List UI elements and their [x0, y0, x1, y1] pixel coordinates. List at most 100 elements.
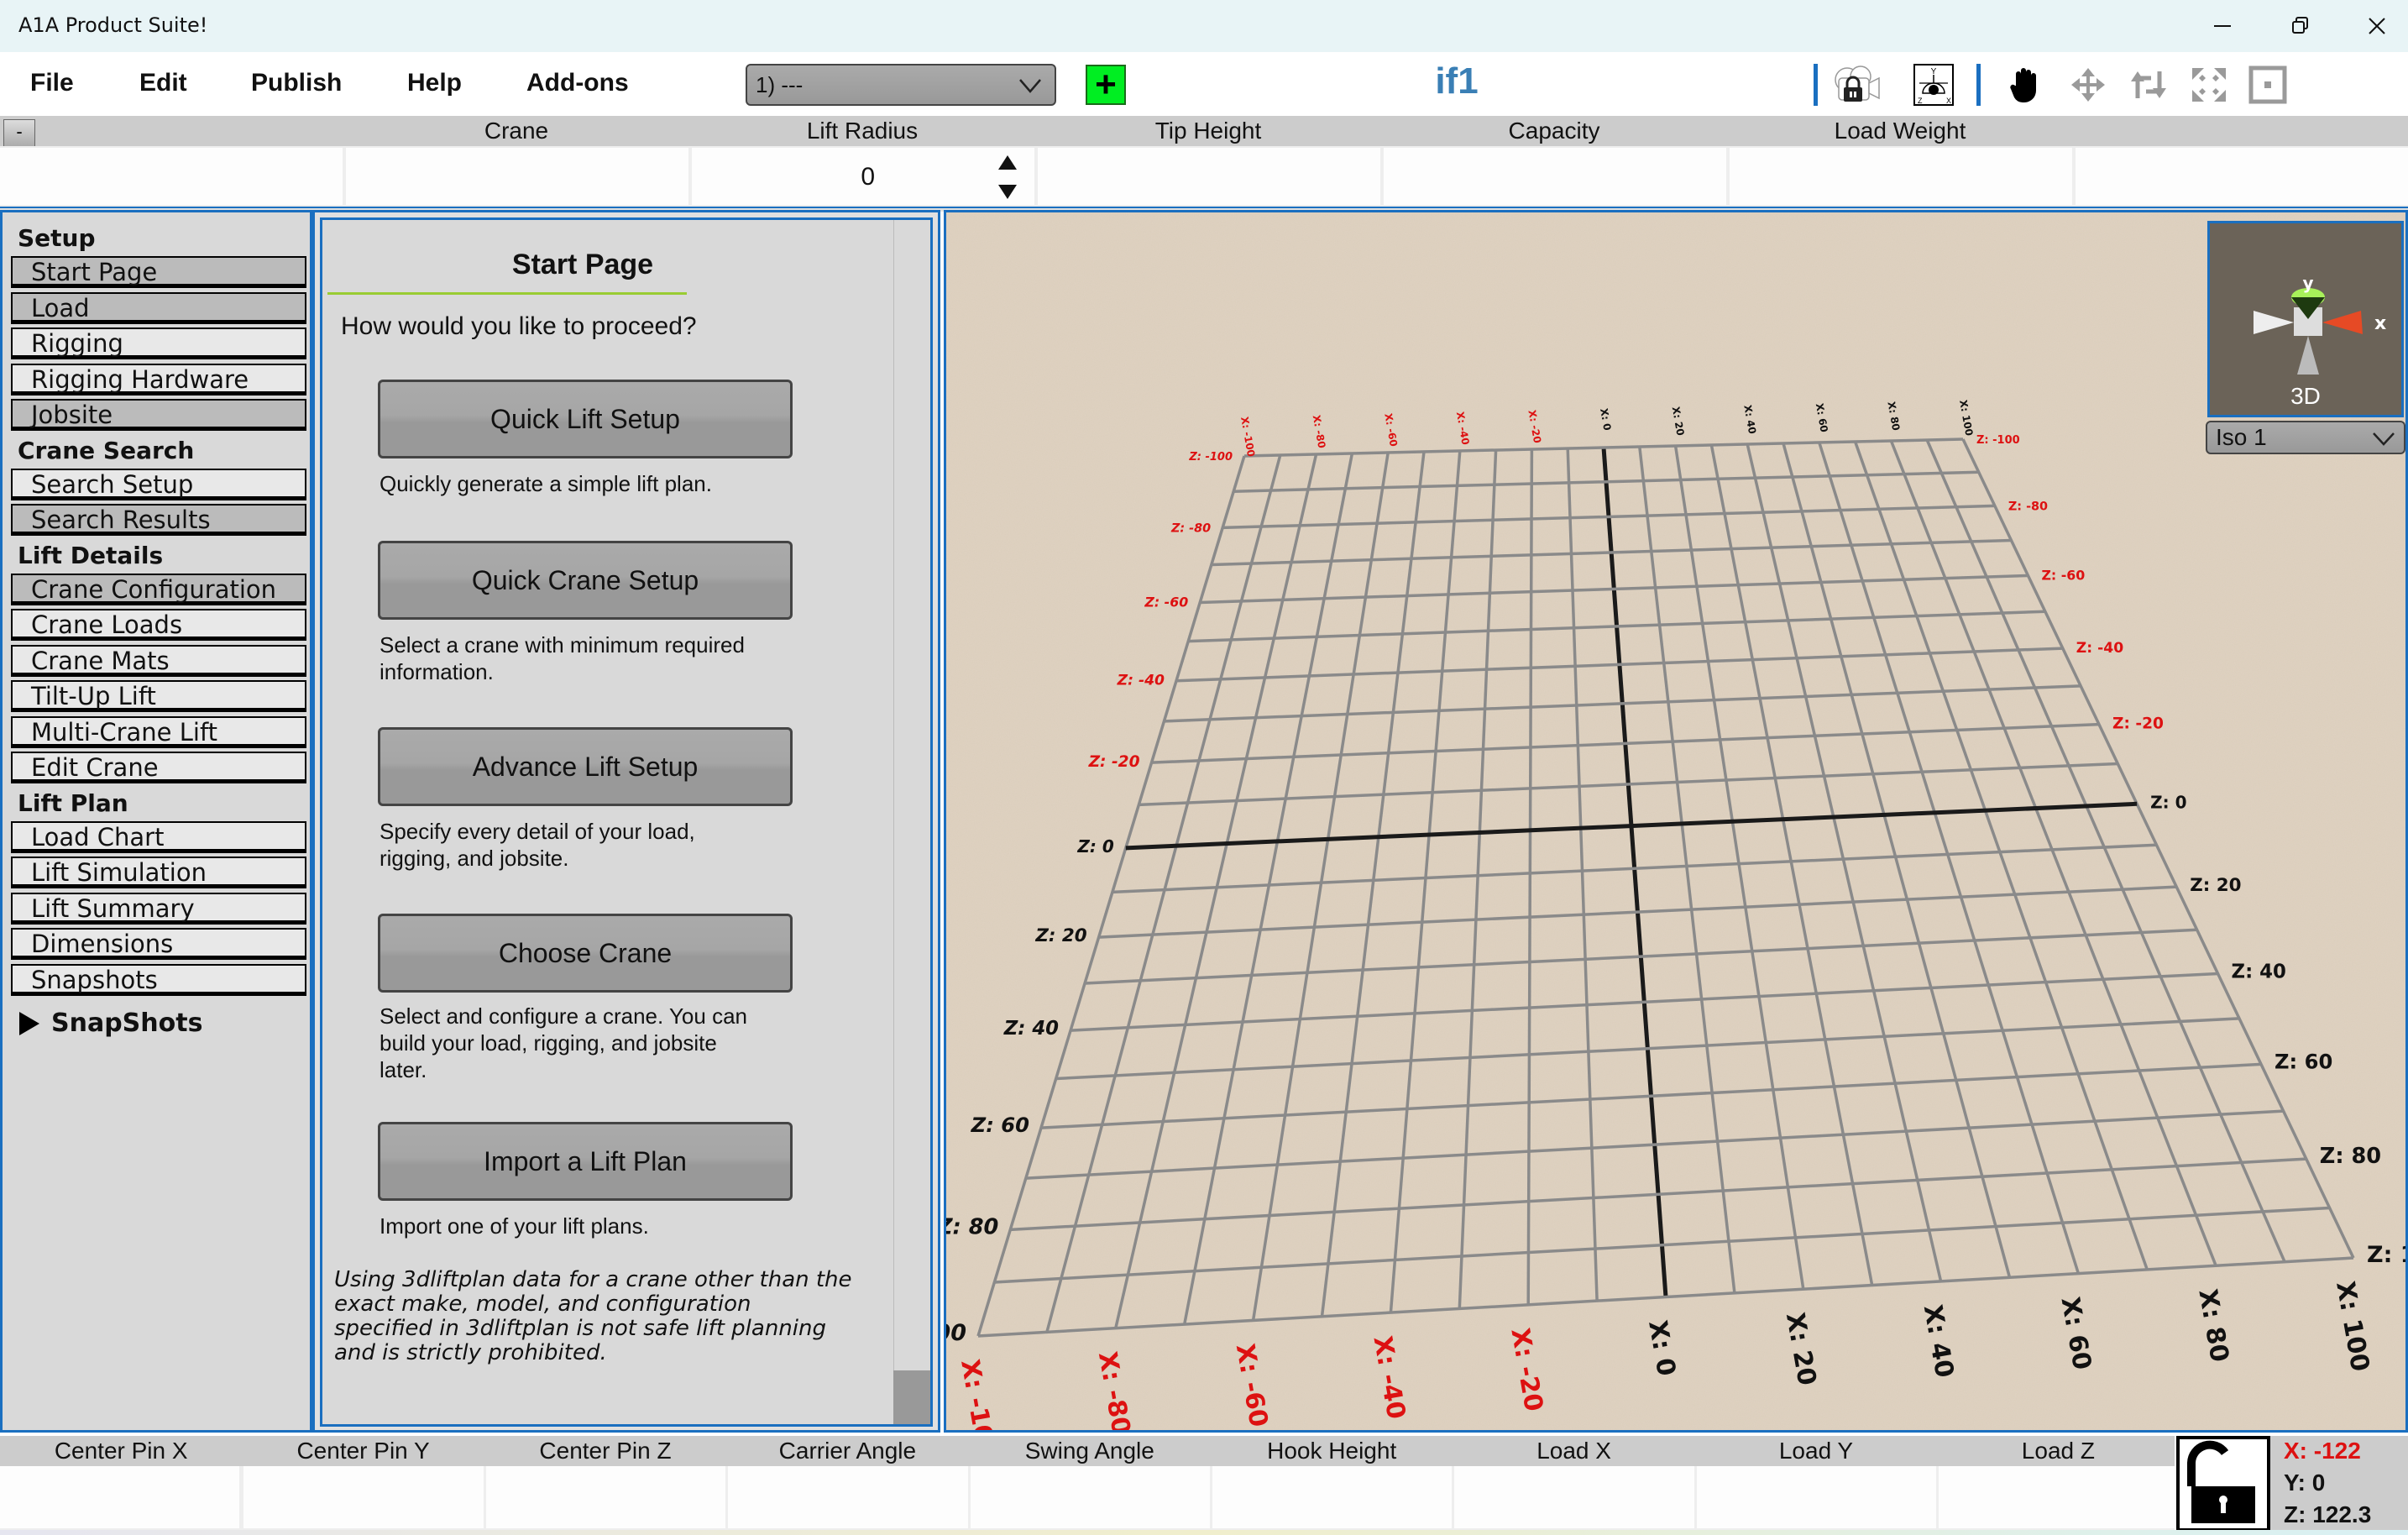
col-swing-angle: Swing Angle [1024, 1438, 1154, 1464]
sidebar-item-edit-crane[interactable]: Edit Crane [11, 752, 306, 783]
sidebar-item-search-results[interactable]: Search Results [11, 504, 306, 536]
snapshots-toggle[interactable]: SnapShots [19, 1008, 202, 1038]
z-label-right: Z: 80 [2320, 1144, 2381, 1169]
sidebar-item-lift-simulation[interactable]: Lift Simulation [11, 857, 306, 888]
chevron-down-icon [2373, 432, 2395, 446]
sidebar-item-load[interactable]: Load [11, 291, 306, 324]
menu-addons[interactable]: Add-ons [526, 69, 629, 97]
crane-value [346, 148, 688, 205]
sidebar-item-crane-configuration[interactable]: Crane Configuration [11, 573, 306, 605]
svg-text:y: y [2302, 273, 2313, 293]
info-cell-empty [2076, 148, 2408, 205]
z-label-right: Z: -20 [2112, 715, 2164, 733]
sidebar-item-search-setup[interactable]: Search Setup [11, 468, 306, 500]
sidebar-item-start-page[interactable]: Start Page [11, 256, 306, 288]
menu-help[interactable]: Help [407, 69, 462, 97]
col-carrier-angle: Carrier Angle [778, 1438, 917, 1464]
move-icon [2071, 68, 2105, 102]
sidebar-item-snapshots[interactable]: Snapshots [11, 963, 306, 996]
center-pin-x-value [0, 1466, 240, 1528]
minimize-button[interactable] [2193, 0, 2252, 52]
view-cube[interactable]: y x 3D [2207, 221, 2404, 417]
view-cube-label: 3D [2290, 383, 2321, 409]
sidebar-item-rigging-hardware[interactable]: Rigging Hardware [11, 363, 306, 396]
sidebar-item-lift-summary[interactable]: Lift Summary [11, 892, 306, 925]
pan-button[interactable] [2000, 59, 2052, 111]
advance-lift-setup-button[interactable]: Advance Lift Setup [378, 727, 793, 806]
lift-radius-spinner[interactable]: 0 [692, 148, 1034, 205]
start-page-panel: Start Page How would you like to proceed… [320, 217, 933, 1427]
fit-extents-button[interactable] [2183, 59, 2235, 111]
title-bar: A1A Product Suite! [0, 0, 2408, 52]
z-label-left: Z: 100 [946, 1320, 966, 1346]
menu-edit[interactable]: Edit [139, 69, 187, 97]
menu-publish[interactable]: Publish [251, 69, 342, 97]
sidebar-item-jobsite[interactable]: Jobsite [11, 399, 306, 431]
view-orient-icon: Y ZX [1913, 64, 1954, 106]
quick-crane-setup-button[interactable]: Quick Crane Setup [378, 541, 793, 620]
load-weight-value [1730, 148, 2072, 205]
import-lift-plan-button[interactable]: Import a Lift Plan [378, 1122, 793, 1201]
collapse-info-button[interactable]: - [3, 119, 35, 148]
z-label-left: Z: -80 [1170, 521, 1211, 535]
chevron-down-icon [1019, 79, 1041, 93]
col-center-pin-y: Center Pin Y [296, 1438, 430, 1464]
lift-info-header: - Crane Lift Radius Tip Height Capacity … [0, 116, 2408, 148]
axis-gizmo-icon: y x [2254, 273, 2386, 375]
rotate-button[interactable] [2123, 59, 2175, 111]
camera-lock-icon [1835, 65, 1880, 102]
sidebar-item-dimensions[interactable]: Dimensions [11, 928, 306, 960]
spin-up-icon[interactable] [996, 153, 1019, 173]
sidebar-section-title: Setup [18, 224, 96, 252]
scrollbar-thumb[interactable] [893, 1370, 930, 1424]
unlock-icon [2187, 1440, 2255, 1523]
z-label-left: Z: 80 [946, 1214, 998, 1239]
position-header: Center Pin X Center Pin Y Center Pin Z Carr… [0, 1436, 2175, 1466]
load-z-value [1939, 1466, 2179, 1528]
rotate-icon [2131, 71, 2166, 98]
expand-triangle-icon [19, 1011, 39, 1035]
view-preset-select[interactable]: Iso 1 [2206, 421, 2405, 454]
lift-info-values: 0 [0, 146, 2408, 207]
menu-bar: File Edit Publish Help Add-ons 1) --- + … [0, 52, 2408, 116]
lift-radius-value[interactable]: 0 [861, 163, 875, 191]
sidebar-item-crane-mats[interactable]: Crane Mats [11, 644, 306, 677]
col-tip-height: Tip Height [1154, 118, 1262, 144]
z-label-right: Z: 40 [2232, 961, 2286, 982]
close-button[interactable] [2348, 0, 2406, 52]
restore-button[interactable] [2271, 0, 2330, 52]
load-x-value [1454, 1466, 1694, 1528]
coordinate-lock-button[interactable] [2176, 1436, 2270, 1532]
svg-text:X: X [1946, 97, 1951, 105]
sidebar-item-crane-loads[interactable]: Crane Loads [11, 609, 306, 641]
z-label-left: Z: -100 [1188, 451, 1233, 464]
add-plan-button[interactable]: + [1086, 65, 1126, 105]
sidebar-item-multi-crane-lift[interactable]: Multi-Crane Lift [11, 715, 306, 748]
view-orientation-button[interactable]: Y ZX [1908, 59, 1960, 111]
camera-lock-button[interactable] [1830, 59, 1882, 111]
menu-file[interactable]: File [30, 69, 74, 97]
plan-name: if1 [1435, 60, 1479, 102]
center-view-button[interactable] [2242, 59, 2294, 111]
sidebar-item-rigging[interactable]: Rigging [11, 327, 306, 359]
carrier-angle-value [728, 1466, 968, 1528]
center-view-icon [2248, 65, 2287, 104]
col-hook-height: Hook Height [1267, 1438, 1397, 1464]
z-label-left: Z: 0 [1076, 836, 1113, 857]
3d-viewport[interactable]: Z: -100 Z: -100 Z: -80 Z: -80 Z: -60 Z: -60 Z:… [944, 210, 2408, 1433]
sidebar-item-tilt-up-lift[interactable]: Tilt-Up Lift [11, 680, 306, 712]
import-lift-plan-description: Import one of your lift plans. [380, 1213, 649, 1239]
lift-plan-select[interactable]: 1) --- [746, 64, 1056, 106]
z-label-left: Z: 60 [971, 1113, 1029, 1137]
choose-crane-button[interactable]: Choose Crane [378, 914, 793, 993]
z-label-left: Z: 20 [1034, 925, 1086, 946]
quick-lift-setup-button[interactable]: Quick Lift Setup [378, 380, 793, 458]
move-button[interactable] [2062, 59, 2114, 111]
sidebar-section-title: Crane Search [18, 436, 195, 464]
scrollbar-track[interactable] [893, 220, 930, 1424]
z-label-left: Z: -40 [1117, 673, 1165, 689]
sidebar-item-load-chart[interactable]: Load Chart [11, 820, 306, 853]
view-preset-value: Iso 1 [2216, 424, 2267, 450]
spin-down-icon[interactable] [996, 181, 1019, 202]
z-label-right: Z: 0 [2150, 792, 2186, 812]
